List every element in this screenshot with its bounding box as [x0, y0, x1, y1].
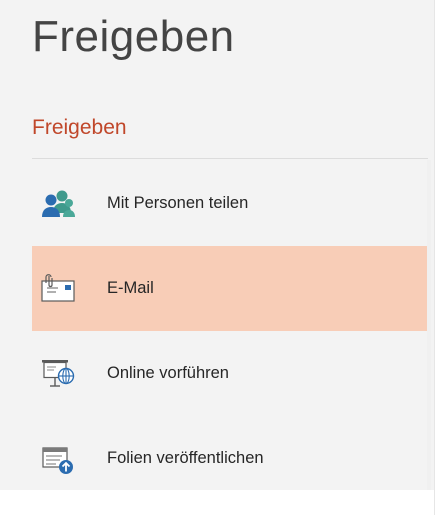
share-with-people-item[interactable]: Mit Personen teilen	[32, 161, 428, 246]
share-with-people-label: Mit Personen teilen	[107, 194, 249, 212]
publish-slides-icon	[40, 443, 76, 475]
present-online-icon	[40, 358, 76, 390]
publish-slides-item[interactable]: Folien veröffentlichen	[32, 416, 428, 501]
bottom-strip	[0, 490, 434, 515]
vertical-scrollbar[interactable]	[427, 160, 431, 510]
present-online-item[interactable]: Online vorführen	[32, 331, 428, 416]
share-backstage-panel: Freigeben Freigeben Mit Personen teilen	[0, 0, 435, 515]
email-icon	[40, 273, 76, 305]
email-label: E-Mail	[107, 279, 154, 297]
publish-slides-label: Folien veröffentlichen	[107, 449, 264, 467]
share-options-list: Mit Personen teilen E-Mail Online vorfüh…	[32, 161, 428, 501]
email-item[interactable]: E-Mail	[32, 246, 428, 331]
page-title: Freigeben	[32, 12, 235, 61]
section-divider	[32, 158, 428, 159]
section-title: Freigeben	[32, 116, 127, 139]
present-online-label: Online vorführen	[107, 364, 229, 382]
people-icon	[40, 188, 76, 220]
